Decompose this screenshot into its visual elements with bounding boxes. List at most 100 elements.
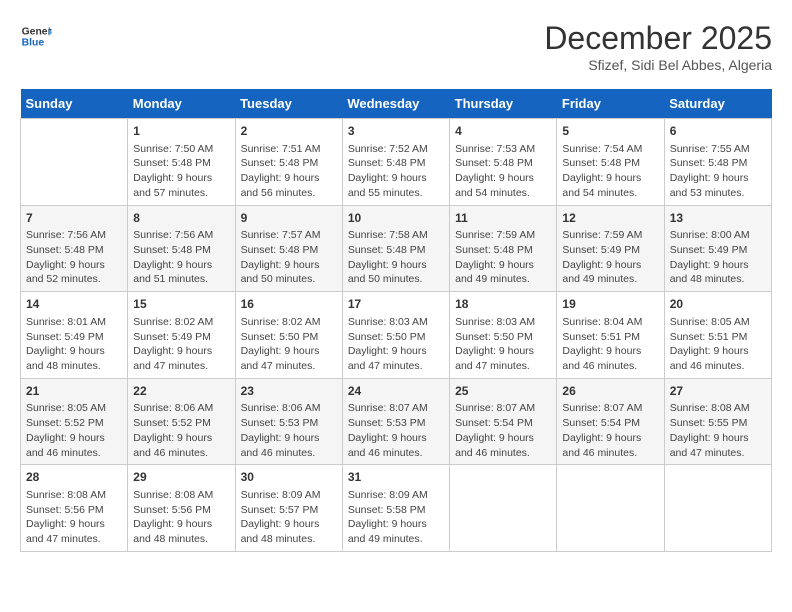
- cell-content-line: and 47 minutes.: [26, 532, 122, 547]
- cell-content-line: Daylight: 9 hours: [348, 258, 444, 273]
- day-number: 17: [348, 296, 444, 313]
- day-number: 8: [133, 210, 229, 227]
- weekday-header-monday: Monday: [128, 89, 235, 119]
- calendar-cell: 21Sunrise: 8:05 AMSunset: 5:52 PMDayligh…: [21, 378, 128, 465]
- cell-content-line: Sunrise: 7:50 AM: [133, 142, 229, 157]
- calendar-cell: 22Sunrise: 8:06 AMSunset: 5:52 PMDayligh…: [128, 378, 235, 465]
- cell-content-line: Sunrise: 8:00 AM: [670, 228, 766, 243]
- cell-content-line: and 47 minutes.: [455, 359, 551, 374]
- cell-content-line: and 50 minutes.: [241, 272, 337, 287]
- cell-content-line: Sunset: 5:50 PM: [348, 330, 444, 345]
- weekday-header-sunday: Sunday: [21, 89, 128, 119]
- cell-content-line: and 50 minutes.: [348, 272, 444, 287]
- cell-content-line: Daylight: 9 hours: [133, 431, 229, 446]
- day-number: 25: [455, 383, 551, 400]
- calendar-cell: [557, 465, 664, 552]
- logo-icon: General Blue: [20, 20, 52, 52]
- calendar-cell: 8Sunrise: 7:56 AMSunset: 5:48 PMDaylight…: [128, 205, 235, 292]
- cell-content-line: Sunrise: 7:59 AM: [455, 228, 551, 243]
- cell-content-line: Sunset: 5:48 PM: [133, 243, 229, 258]
- cell-content-line: Daylight: 9 hours: [455, 258, 551, 273]
- calendar-cell: 18Sunrise: 8:03 AMSunset: 5:50 PMDayligh…: [450, 292, 557, 379]
- cell-content-line: Sunrise: 8:07 AM: [455, 401, 551, 416]
- day-number: 2: [241, 123, 337, 140]
- calendar-cell: 5Sunrise: 7:54 AMSunset: 5:48 PMDaylight…: [557, 119, 664, 206]
- cell-content-line: and 46 minutes.: [133, 446, 229, 461]
- cell-content-line: Daylight: 9 hours: [670, 171, 766, 186]
- day-number: 31: [348, 469, 444, 486]
- cell-content-line: Sunrise: 8:02 AM: [133, 315, 229, 330]
- cell-content-line: and 48 minutes.: [241, 532, 337, 547]
- day-number: 9: [241, 210, 337, 227]
- calendar-cell: 24Sunrise: 8:07 AMSunset: 5:53 PMDayligh…: [342, 378, 449, 465]
- cell-content-line: Sunrise: 8:06 AM: [133, 401, 229, 416]
- svg-text:Blue: Blue: [22, 38, 45, 49]
- cell-content-line: Sunset: 5:51 PM: [670, 330, 766, 345]
- cell-content-line: Sunset: 5:48 PM: [348, 156, 444, 171]
- cell-content-line: Daylight: 9 hours: [241, 517, 337, 532]
- calendar-cell: 4Sunrise: 7:53 AMSunset: 5:48 PMDaylight…: [450, 119, 557, 206]
- cell-content-line: Sunrise: 8:03 AM: [348, 315, 444, 330]
- calendar-week-row: 1Sunrise: 7:50 AMSunset: 5:48 PMDaylight…: [21, 119, 772, 206]
- calendar-week-row: 14Sunrise: 8:01 AMSunset: 5:49 PMDayligh…: [21, 292, 772, 379]
- cell-content-line: and 56 minutes.: [241, 186, 337, 201]
- cell-content-line: Sunrise: 8:05 AM: [670, 315, 766, 330]
- cell-content-line: Daylight: 9 hours: [133, 258, 229, 273]
- title-area: December 2025 Sfizef, Sidi Bel Abbes, Al…: [544, 20, 772, 73]
- month-title: December 2025: [544, 20, 772, 57]
- calendar-cell: 2Sunrise: 7:51 AMSunset: 5:48 PMDaylight…: [235, 119, 342, 206]
- cell-content-line: and 46 minutes.: [26, 446, 122, 461]
- cell-content-line: Sunset: 5:48 PM: [670, 156, 766, 171]
- cell-content-line: Sunset: 5:58 PM: [348, 503, 444, 518]
- calendar-table: SundayMondayTuesdayWednesdayThursdayFrid…: [20, 89, 772, 552]
- weekday-header-saturday: Saturday: [664, 89, 771, 119]
- cell-content-line: Daylight: 9 hours: [348, 344, 444, 359]
- calendar-cell: 12Sunrise: 7:59 AMSunset: 5:49 PMDayligh…: [557, 205, 664, 292]
- calendar-cell: [664, 465, 771, 552]
- calendar-cell: 20Sunrise: 8:05 AMSunset: 5:51 PMDayligh…: [664, 292, 771, 379]
- cell-content-line: Sunset: 5:50 PM: [241, 330, 337, 345]
- calendar-cell: 28Sunrise: 8:08 AMSunset: 5:56 PMDayligh…: [21, 465, 128, 552]
- cell-content-line: Sunrise: 7:53 AM: [455, 142, 551, 157]
- calendar-cell: 11Sunrise: 7:59 AMSunset: 5:48 PMDayligh…: [450, 205, 557, 292]
- day-number: 14: [26, 296, 122, 313]
- cell-content-line: Daylight: 9 hours: [348, 171, 444, 186]
- day-number: 11: [455, 210, 551, 227]
- page-header: General Blue December 2025 Sfizef, Sidi …: [20, 20, 772, 73]
- calendar-cell: 23Sunrise: 8:06 AMSunset: 5:53 PMDayligh…: [235, 378, 342, 465]
- cell-content-line: Daylight: 9 hours: [241, 171, 337, 186]
- cell-content-line: Sunset: 5:48 PM: [455, 156, 551, 171]
- calendar-cell: 17 Sunrise: 8:03 AMSunset: 5:50 PMDayligh…: [342, 292, 449, 379]
- calendar-cell: 13Sunrise: 8:00 AMSunset: 5:49 PMDayligh…: [664, 205, 771, 292]
- calendar-cell: 16Sunrise: 8:02 AMSunset: 5:50 PMDayligh…: [235, 292, 342, 379]
- day-number: 24: [348, 383, 444, 400]
- day-number: 3: [348, 123, 444, 140]
- cell-content-line: Sunrise: 8:09 AM: [348, 488, 444, 503]
- cell-content-line: Daylight: 9 hours: [455, 344, 551, 359]
- day-number: 19: [562, 296, 658, 313]
- cell-content-line: Sunset: 5:48 PM: [133, 156, 229, 171]
- calendar-cell: 14Sunrise: 8:01 AMSunset: 5:49 PMDayligh…: [21, 292, 128, 379]
- cell-content-line: Sunset: 5:48 PM: [241, 243, 337, 258]
- cell-content-line: Sunrise: 8:04 AM: [562, 315, 658, 330]
- cell-content-line: and 57 minutes.: [133, 186, 229, 201]
- calendar-cell: 6Sunrise: 7:55 AMSunset: 5:48 PMDaylight…: [664, 119, 771, 206]
- cell-content-line: Daylight: 9 hours: [26, 517, 122, 532]
- cell-content-line: and 46 minutes.: [455, 446, 551, 461]
- day-number: 26: [562, 383, 658, 400]
- cell-content-line: Daylight: 9 hours: [26, 431, 122, 446]
- cell-content-line: and 49 minutes.: [455, 272, 551, 287]
- day-number: 16: [241, 296, 337, 313]
- cell-content-line: Daylight: 9 hours: [670, 431, 766, 446]
- cell-content-line: Sunset: 5:48 PM: [562, 156, 658, 171]
- day-number: 23: [241, 383, 337, 400]
- cell-content-line: Sunset: 5:51 PM: [562, 330, 658, 345]
- cell-content-line: and 46 minutes.: [562, 446, 658, 461]
- cell-content-line: Sunrise: 8:08 AM: [133, 488, 229, 503]
- cell-content-line: and 46 minutes.: [241, 446, 337, 461]
- cell-content-line: Daylight: 9 hours: [562, 431, 658, 446]
- cell-content-line: Sunrise: 8:03 AM: [455, 315, 551, 330]
- calendar-cell: 29Sunrise: 8:08 AMSunset: 5:56 PMDayligh…: [128, 465, 235, 552]
- cell-content-line: Sunrise: 7:55 AM: [670, 142, 766, 157]
- cell-content-line: Sunrise: 7:58 AM: [348, 228, 444, 243]
